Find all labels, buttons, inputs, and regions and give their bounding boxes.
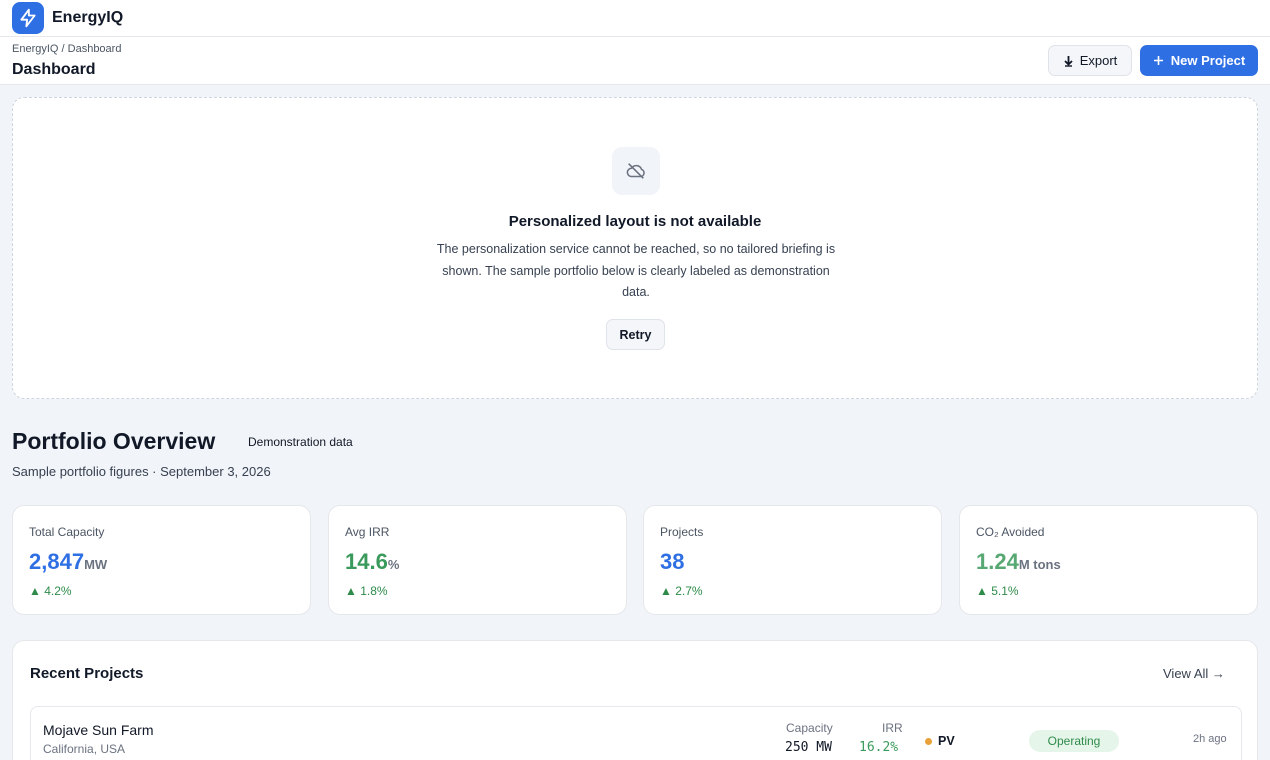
metric-label: Avg IRR — [345, 525, 390, 539]
project-irr: 16.2% — [859, 740, 899, 755]
metric-value: 38 — [660, 549, 685, 574]
metric-delta: ▲ 4.2% — [29, 584, 72, 598]
metric-card-irr[interactable]: Avg IRR 14.6% ▲ 1.8% — [328, 505, 627, 615]
tech-dot-icon — [925, 737, 932, 745]
top-bar: EnergyIQ — [0, 0, 1270, 37]
breadcrumb: EnergyIQ / Dashboard — [12, 43, 122, 55]
project-location: California, USA — [43, 742, 126, 756]
metric-value: 2,847MW — [29, 549, 108, 574]
irr-label: IRR — [882, 721, 903, 735]
notice-title: Personalized layout is not available — [508, 213, 762, 230]
personalization-notice: Personalized layout is not available The… — [12, 97, 1258, 399]
status-badge: Operating — [1029, 730, 1119, 752]
plus-icon — [1153, 56, 1163, 65]
metric-delta: ▲ 1.8% — [345, 584, 388, 598]
metric-delta: ▲ 5.1% — [976, 584, 1019, 598]
demo-data-badge: Demonstration data — [248, 435, 353, 449]
metric-card-co2[interactable]: CO₂ Avoided 1.24M tons ▲ 5.1% — [959, 505, 1258, 615]
recent-projects-title: Recent Projects — [30, 665, 144, 682]
download-icon — [1064, 55, 1073, 67]
app-name: EnergyIQ — [52, 9, 124, 26]
project-capacity: 250 MW — [785, 740, 832, 755]
bolt-icon[interactable] — [12, 2, 44, 34]
metric-label: Projects — [660, 525, 704, 539]
metric-label: CO₂ Avoided — [976, 525, 1045, 539]
page-header: EnergyIQ / Dashboard Dashboard Export Ne… — [0, 37, 1270, 85]
new-project-label: New Project — [1170, 53, 1246, 68]
overview-title: Portfolio Overview — [12, 428, 216, 454]
metric-delta: ▲ 2.7% — [660, 584, 703, 598]
capacity-label: Capacity — [786, 721, 833, 735]
page-title: Dashboard — [12, 61, 96, 78]
metric-label: Total Capacity — [29, 525, 105, 539]
view-all-link[interactable]: View All → — [1163, 666, 1225, 681]
metric-value: 14.6% — [345, 549, 400, 574]
project-tech: PV — [925, 734, 955, 748]
metric-value: 1.24M tons — [976, 549, 1061, 574]
new-project-button[interactable]: New Project — [1140, 45, 1258, 76]
recent-projects-panel: Recent Projects View All → Mojave Sun Fa… — [12, 640, 1258, 760]
notice-body: The personalization service cannot be re… — [436, 242, 836, 299]
metric-card-projects[interactable]: Projects 38 ▲ 2.7% — [643, 505, 942, 615]
export-label: Export — [1079, 53, 1118, 68]
project-name: Mojave Sun Farm — [43, 722, 154, 738]
retry-button[interactable]: Retry — [606, 319, 665, 350]
overview-subtitle: Sample portfolio figures · September 3, … — [12, 464, 271, 479]
project-row[interactable]: Mojave Sun Farm California, USA Capacity… — [30, 706, 1242, 760]
cloud-off-icon — [612, 147, 660, 195]
metric-card-capacity[interactable]: Total Capacity 2,847MW ▲ 4.2% — [12, 505, 311, 615]
export-button[interactable]: Export — [1048, 45, 1132, 76]
project-updated: 2h ago — [1193, 733, 1227, 745]
